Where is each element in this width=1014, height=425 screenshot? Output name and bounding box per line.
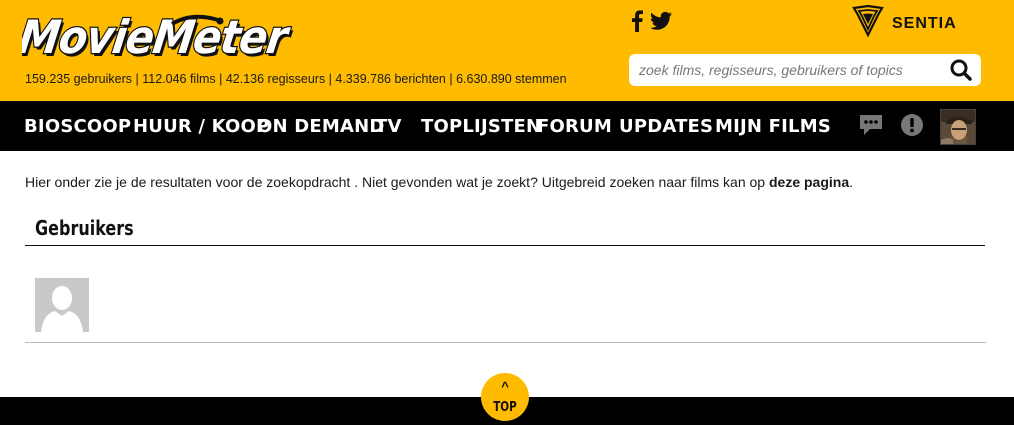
- site-header: MovieMeter MovieMeter 159.235 gebruikers…: [0, 0, 1014, 101]
- nav-item-on-demand[interactable]: ON DEMAND: [257, 116, 385, 137]
- section-title-gebruikers: Gebruikers: [35, 216, 134, 240]
- social-links: [630, 9, 672, 37]
- nav-user-icons: [858, 109, 976, 145]
- search-input[interactable]: [639, 54, 939, 86]
- top-label: TOP: [493, 400, 517, 415]
- search-icon[interactable]: [949, 58, 973, 82]
- nav-item-bioscoop[interactable]: BIOSCOOP: [24, 116, 131, 137]
- twitter-icon[interactable]: [650, 11, 672, 36]
- intro-text: Hier onder zie je de resultaten voor de …: [25, 174, 769, 190]
- nav-item-forum[interactable]: FORUM: [537, 116, 612, 137]
- user-result-row: [25, 262, 986, 343]
- advanced-search-link[interactable]: deze pagina: [769, 174, 849, 190]
- messages-icon[interactable]: [858, 113, 884, 142]
- sponsor[interactable]: SENTIA: [852, 4, 957, 44]
- main-navigation: BIOSCOOP HUUR / KOOP ON DEMAND TV TOPLIJ…: [0, 101, 1014, 151]
- logo-text: MovieMeter: [22, 11, 293, 64]
- search-results-intro: Hier onder zie je de resultaten voor de …: [25, 174, 853, 190]
- facebook-icon[interactable]: [630, 9, 644, 37]
- sentia-logo-icon: [852, 4, 884, 44]
- nav-item-mijn-films[interactable]: MIJN FILMS: [715, 116, 831, 137]
- nav-menu: BIOSCOOP HUUR / KOOP ON DEMAND TV TOPLIJ…: [24, 101, 831, 151]
- section-divider: [25, 245, 985, 246]
- chevron-up-icon: ^: [501, 379, 509, 394]
- nav-item-huur-koop[interactable]: HUUR / KOOP: [133, 116, 269, 137]
- sponsor-name: SENTIA: [892, 15, 957, 32]
- default-user-avatar[interactable]: [35, 278, 89, 332]
- nav-item-toplijsten[interactable]: TOPLIJSTEN: [421, 116, 541, 137]
- moviemeter-logo[interactable]: MovieMeter MovieMeter: [22, 10, 334, 68]
- search-box: [629, 54, 981, 86]
- intro-end: .: [849, 174, 854, 190]
- nav-item-updates[interactable]: UPDATES: [619, 116, 713, 137]
- user-avatar[interactable]: [940, 109, 976, 145]
- back-to-top-button[interactable]: ^ TOP: [481, 373, 529, 421]
- alert-icon[interactable]: [900, 113, 924, 142]
- site-statistics: 159.235 gebruikers | 112.046 films | 42.…: [25, 72, 567, 86]
- nav-item-tv[interactable]: TV: [375, 116, 402, 137]
